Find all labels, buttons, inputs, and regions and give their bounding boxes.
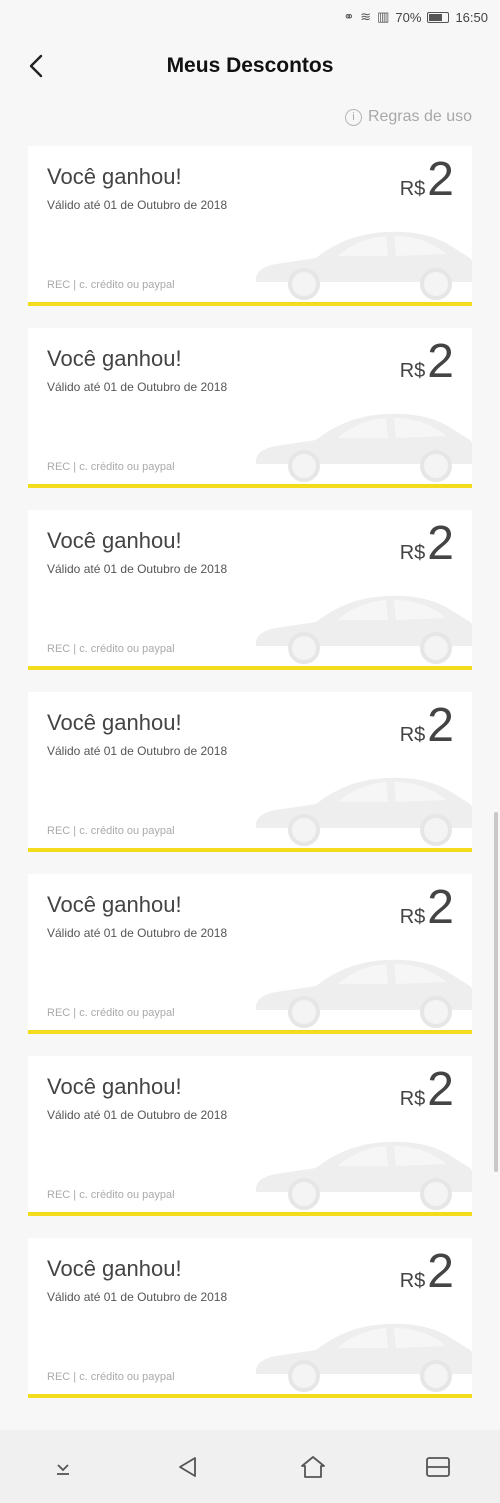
coupon-payment-method: REC | c. crédito ou paypal <box>47 825 175 837</box>
back-triangle-icon <box>178 1456 196 1477</box>
coupon-amount: 2 <box>427 517 454 570</box>
car-icon <box>255 959 472 1028</box>
coupon-payment-method: REC | c. crédito ou paypal <box>47 1371 175 1383</box>
car-icon <box>255 1141 472 1210</box>
app-header: Meus Descontos <box>0 34 500 98</box>
car-icon <box>255 1323 472 1392</box>
system-nav-bar <box>0 1430 500 1503</box>
coupon-amount: 2 <box>427 881 454 934</box>
coupon-amount: 2 <box>427 153 454 206</box>
rules-label: Regras de uso <box>367 108 472 125</box>
coupon-title: Você ganhou! <box>47 710 182 735</box>
nav-back-button[interactable] <box>161 1440 215 1494</box>
home-icon <box>300 1455 325 1478</box>
car-icon <box>255 413 472 482</box>
hide-keyboard-button[interactable] <box>36 1440 90 1494</box>
chevron-left-icon <box>29 54 43 78</box>
coupon-validity: Válido até 01 de Outubro de 2018 <box>47 744 228 758</box>
coupon-card[interactable]: Você ganhou! Válido até 01 de Outubro de … <box>28 328 472 488</box>
coupon-value: R$ 2 <box>400 702 454 750</box>
coupon-value: R$ 2 <box>400 338 454 386</box>
coupon-currency: R$ <box>399 542 426 564</box>
coupon-card[interactable]: Você ganhou! Válido até 01 de Outubro de … <box>28 146 472 306</box>
coupon-value: R$ 2 <box>400 520 454 568</box>
coupon-currency: R$ <box>399 360 426 382</box>
coupon-currency: R$ <box>399 724 426 746</box>
clock: 16:50 <box>455 9 488 25</box>
recents-icon <box>425 1456 450 1477</box>
coupon-validity: Válido até 01 de Outubro de 2018 <box>47 380 228 394</box>
coupon-payment-method: REC | c. crédito ou paypal <box>47 279 175 291</box>
rules-link[interactable]: i Regras de uso <box>344 108 472 126</box>
coupon-value: R$ 2 <box>400 884 454 932</box>
coupon-value: R$ 2 <box>400 156 454 204</box>
coupon-amount: 2 <box>427 699 454 752</box>
coupon-currency: R$ <box>399 906 426 928</box>
battery-icon <box>427 11 450 23</box>
coupon-card[interactable]: Você ganhou! Válido até 01 de Outubro de … <box>28 1238 472 1398</box>
coupon-card[interactable]: Você ganhou! Válido até 01 de Outubro de … <box>28 692 472 852</box>
battery-percent: 70% <box>395 9 422 25</box>
wifi-icon: ≋ <box>360 9 372 24</box>
coupon-title: Você ganhou! <box>47 1256 182 1281</box>
coupon-value: R$ 2 <box>400 1248 454 1296</box>
coupon-payment-method: REC | c. crédito ou paypal <box>47 643 175 655</box>
status-bar: ⚭ ≋ ▥ 70% 16:50 <box>0 0 500 34</box>
signal-icon: ▥ <box>377 9 390 24</box>
coupon-payment-method: REC | c. crédito ou paypal <box>47 1189 175 1201</box>
hide-keyboard-icon <box>56 1463 69 1475</box>
coupon-title: Você ganhou! <box>47 1074 182 1099</box>
coupon-title: Você ganhou! <box>47 528 182 553</box>
coupon-title: Você ganhou! <box>47 164 182 189</box>
car-icon <box>255 231 472 300</box>
coupon-card[interactable]: Você ganhou! Válido até 01 de Outubro de … <box>28 510 472 670</box>
coupon-list: Você ganhou! Válido até 01 de Outubro de … <box>28 146 472 1420</box>
coupon-currency: R$ <box>399 1088 426 1110</box>
coupon-amount: 2 <box>427 1063 454 1116</box>
coupon-validity: Válido até 01 de Outubro de 2018 <box>47 926 228 940</box>
car-icon <box>255 595 472 664</box>
sync-icon: ⚭ <box>343 9 355 24</box>
coupon-amount: 2 <box>427 1245 454 1298</box>
coupon-validity: Válido até 01 de Outubro de 2018 <box>47 1108 228 1122</box>
info-icon: i <box>344 108 362 126</box>
coupon-card[interactable]: Você ganhou! Válido até 01 de Outubro de … <box>28 1056 472 1216</box>
page-title: Meus Descontos <box>166 54 334 77</box>
coupon-currency: R$ <box>399 1270 426 1292</box>
scrollbar[interactable] <box>494 812 498 1172</box>
coupon-payment-method: REC | c. crédito ou paypal <box>47 461 175 473</box>
car-icon <box>255 777 472 846</box>
coupon-payment-method: REC | c. crédito ou paypal <box>47 1007 175 1019</box>
coupon-currency: R$ <box>399 178 426 200</box>
coupon-title: Você ganhou! <box>47 892 182 917</box>
coupon-title: Você ganhou! <box>47 346 182 371</box>
home-button[interactable] <box>286 1440 340 1494</box>
coupon-value: R$ 2 <box>400 1066 454 1114</box>
coupon-validity: Válido até 01 de Outubro de 2018 <box>47 1290 228 1304</box>
recents-button[interactable] <box>411 1440 465 1494</box>
coupon-validity: Válido até 01 de Outubro de 2018 <box>47 198 228 212</box>
coupon-card[interactable]: Você ganhou! Válido até 01 de Outubro de … <box>28 874 472 1034</box>
coupon-amount: 2 <box>427 335 454 388</box>
back-button[interactable] <box>18 48 54 84</box>
coupon-validity: Válido até 01 de Outubro de 2018 <box>47 562 228 576</box>
